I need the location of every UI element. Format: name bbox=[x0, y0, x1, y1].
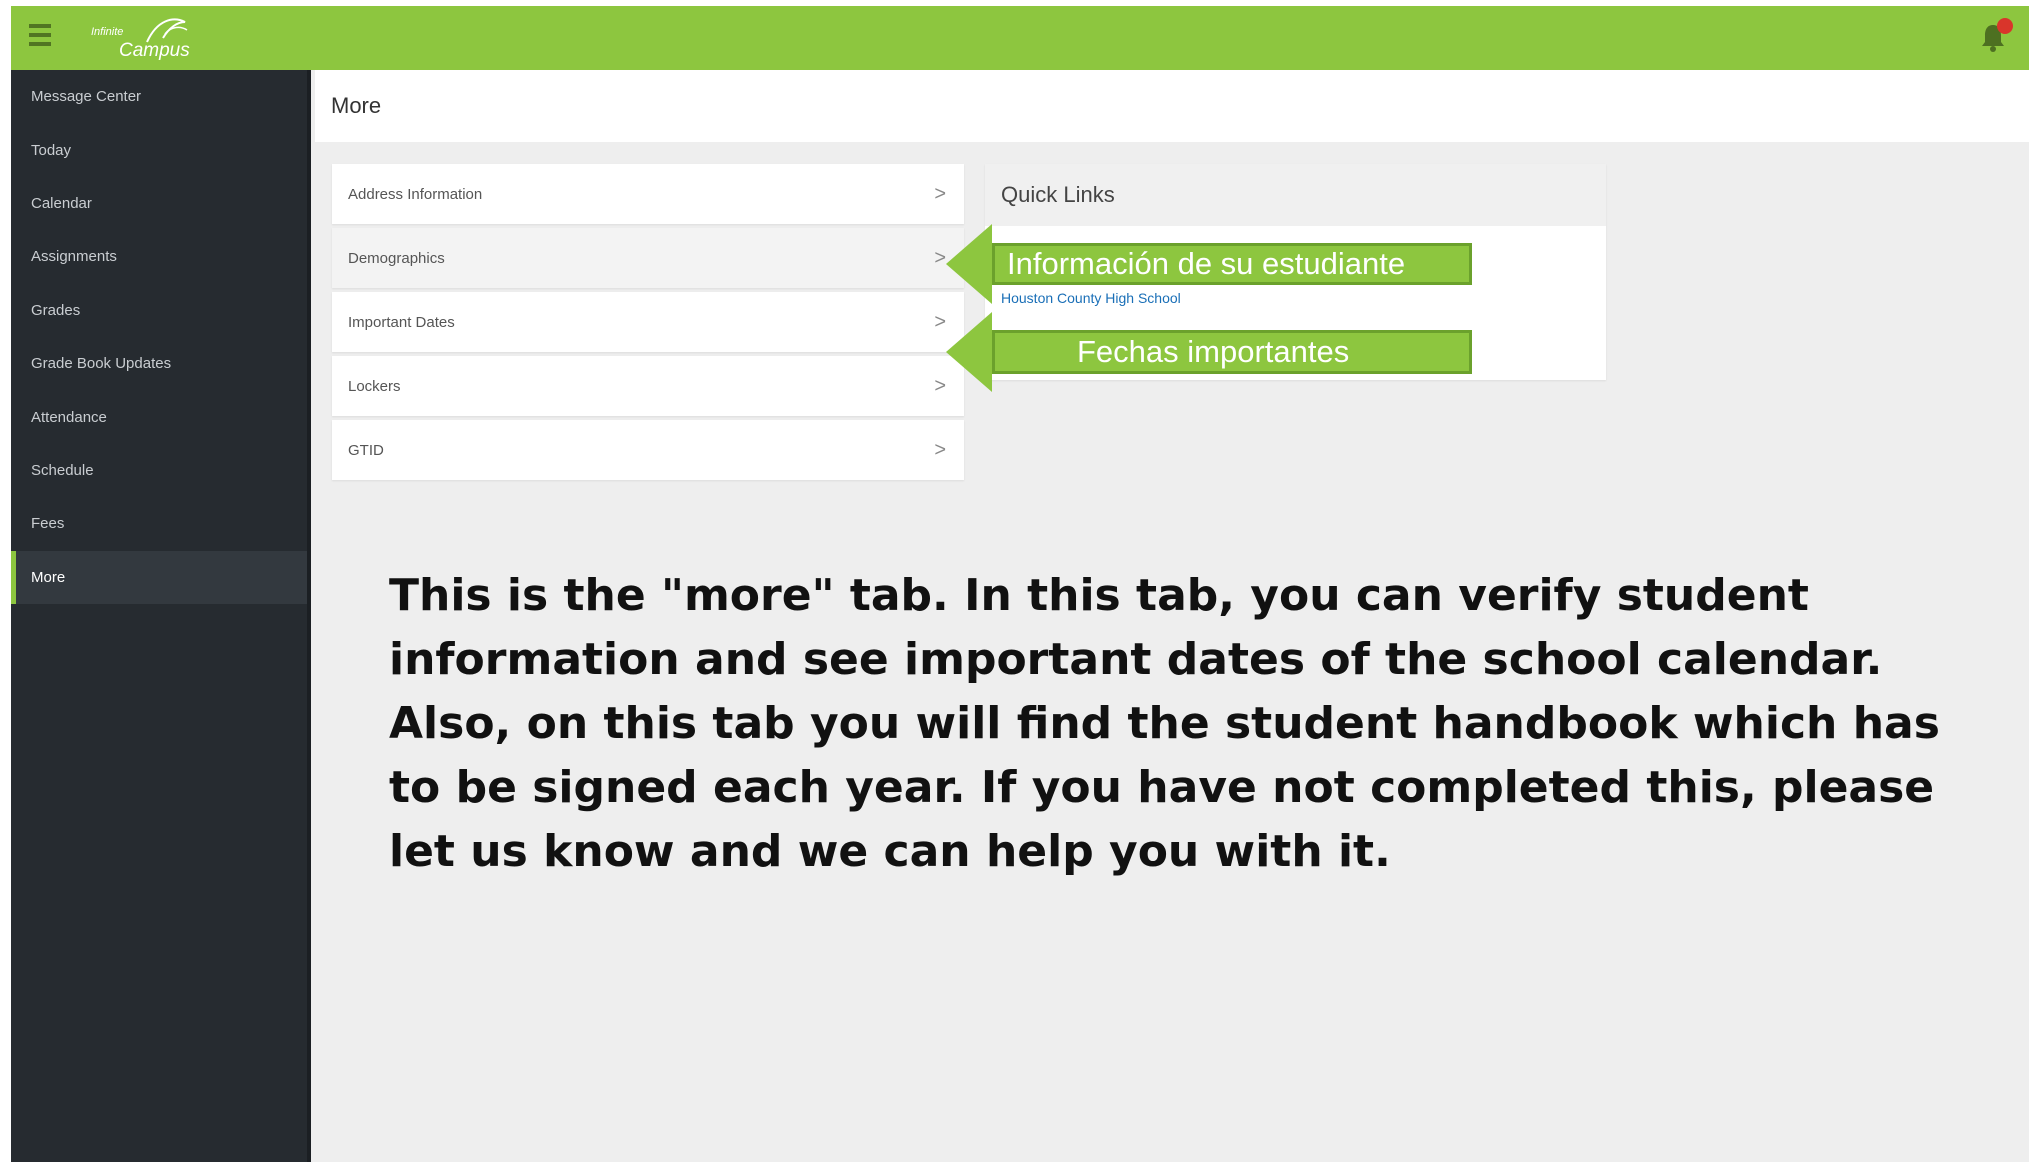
sidebar-item-fees[interactable]: Fees bbox=[11, 497, 307, 550]
notification-bell-icon[interactable] bbox=[1979, 18, 2013, 52]
sidebar-item-label: Schedule bbox=[31, 461, 94, 479]
top-bar: Infinite Campus bbox=[11, 6, 2029, 70]
page-title-text: More bbox=[331, 93, 382, 118]
more-item-demographics[interactable]: Demographics > bbox=[332, 228, 964, 288]
sidebar-item-label: Attendance bbox=[31, 408, 107, 426]
chevron-right-icon: > bbox=[934, 310, 946, 333]
chevron-right-icon: > bbox=[934, 374, 946, 397]
callout-important-dates: Fechas importantes bbox=[946, 312, 1472, 392]
notification-badge bbox=[1997, 18, 2013, 34]
arrow-left-icon bbox=[946, 224, 992, 304]
more-item-gtid[interactable]: GTID > bbox=[332, 420, 964, 480]
menu-icon[interactable] bbox=[29, 24, 51, 46]
sidebar-item-schedule[interactable]: Schedule bbox=[11, 444, 307, 497]
more-item-label: GTID bbox=[348, 441, 384, 459]
more-item-address-information[interactable]: Address Information > bbox=[332, 164, 964, 224]
logo-text-big: Campus bbox=[119, 40, 190, 61]
sidebar-item-assignments[interactable]: Assignments bbox=[11, 230, 307, 283]
chevron-right-icon: > bbox=[934, 246, 946, 269]
more-item-lockers[interactable]: Lockers > bbox=[332, 356, 964, 416]
sidebar-item-calendar[interactable]: Calendar bbox=[11, 177, 307, 230]
chevron-right-icon: > bbox=[934, 438, 946, 461]
sidebar-item-grade-book-updates[interactable]: Grade Book Updates bbox=[11, 337, 307, 390]
chevron-right-icon: > bbox=[934, 182, 946, 205]
sidebar-item-label: Grades bbox=[31, 301, 81, 319]
page-title: More bbox=[315, 70, 2029, 142]
sidebar-item-label: Message Center bbox=[31, 88, 142, 106]
more-item-label: Address Information bbox=[348, 185, 483, 203]
sidebar-item-grades[interactable]: Grades bbox=[11, 284, 307, 337]
sidebar-item-today[interactable]: Today bbox=[11, 123, 307, 176]
sidebar-item-label: Calendar bbox=[31, 194, 92, 212]
app-window: Infinite Campus Message Center Today Cal… bbox=[11, 6, 2029, 1162]
sidebar-item-label: Assignments bbox=[31, 248, 117, 266]
sidebar: Message Center Today Calendar Assignment… bbox=[11, 70, 311, 1162]
more-item-important-dates[interactable]: Important Dates > bbox=[332, 292, 964, 352]
callout-important-dates-label: Fechas importantes bbox=[992, 330, 1472, 374]
quick-links-title: Quick Links bbox=[1001, 182, 1115, 207]
explanation-text: This is the "more" tab. In this tab, you… bbox=[389, 570, 1940, 877]
callout-student-info: Información de su estudiante bbox=[946, 224, 1472, 304]
quick-links-header: Quick Links bbox=[985, 164, 1606, 226]
arrow-left-icon bbox=[946, 312, 992, 392]
more-item-label: Important Dates bbox=[348, 313, 455, 331]
more-menu-list: Address Information > Demographics > Imp… bbox=[332, 164, 964, 484]
sidebar-item-more[interactable]: More bbox=[11, 550, 307, 604]
sidebar-item-message-center[interactable]: Message Center bbox=[11, 70, 307, 123]
logo-text-small: Infinite bbox=[91, 26, 124, 38]
sidebar-item-label: Today bbox=[31, 141, 72, 159]
sidebar-item-label: Fees bbox=[31, 515, 65, 533]
callout-student-info-label: Información de su estudiante bbox=[992, 243, 1472, 285]
more-item-label: Lockers bbox=[348, 377, 401, 395]
more-item-label: Demographics bbox=[348, 249, 445, 267]
sidebar-item-label: More bbox=[31, 568, 66, 586]
sidebar-item-label: Grade Book Updates bbox=[31, 355, 172, 373]
sidebar-item-attendance[interactable]: Attendance bbox=[11, 390, 307, 443]
infinite-campus-logo[interactable]: Infinite Campus bbox=[89, 14, 199, 62]
